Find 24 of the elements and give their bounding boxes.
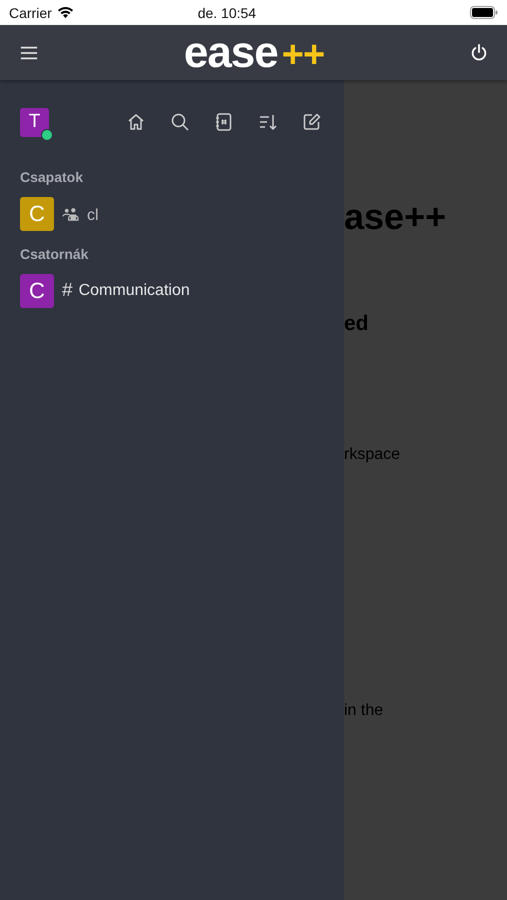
item-name[interactable]: Communication <box>78 282 190 300</box>
background-text: in the <box>344 702 384 720</box>
edit-icon[interactable] <box>302 112 322 132</box>
sort-icon[interactable] <box>258 112 278 132</box>
channel-symbol: # <box>62 280 73 302</box>
section-title: Csatornák <box>20 246 90 262</box>
background-text: rkspace <box>344 446 400 464</box>
search-icon[interactable] <box>170 112 190 132</box>
battery-icon <box>470 6 498 19</box>
item-avatar: C <box>20 274 54 308</box>
directory-icon[interactable] <box>214 112 234 132</box>
clock: de. 10:54 <box>196 4 258 20</box>
item-name[interactable]: cl <box>87 206 104 222</box>
team-icon <box>62 206 79 222</box>
item-avatar: C <box>20 197 54 231</box>
section-title: Csapatok <box>20 169 84 185</box>
carrier-label: Carrier <box>9 4 52 20</box>
power-icon[interactable] <box>470 44 488 62</box>
background-text: ase++ <box>344 196 446 238</box>
background-text: ed <box>344 312 369 336</box>
menu-icon[interactable] <box>20 44 38 62</box>
app-logo: ease++ <box>184 30 324 74</box>
wifi-icon <box>56 6 74 19</box>
home-icon[interactable] <box>126 112 146 132</box>
